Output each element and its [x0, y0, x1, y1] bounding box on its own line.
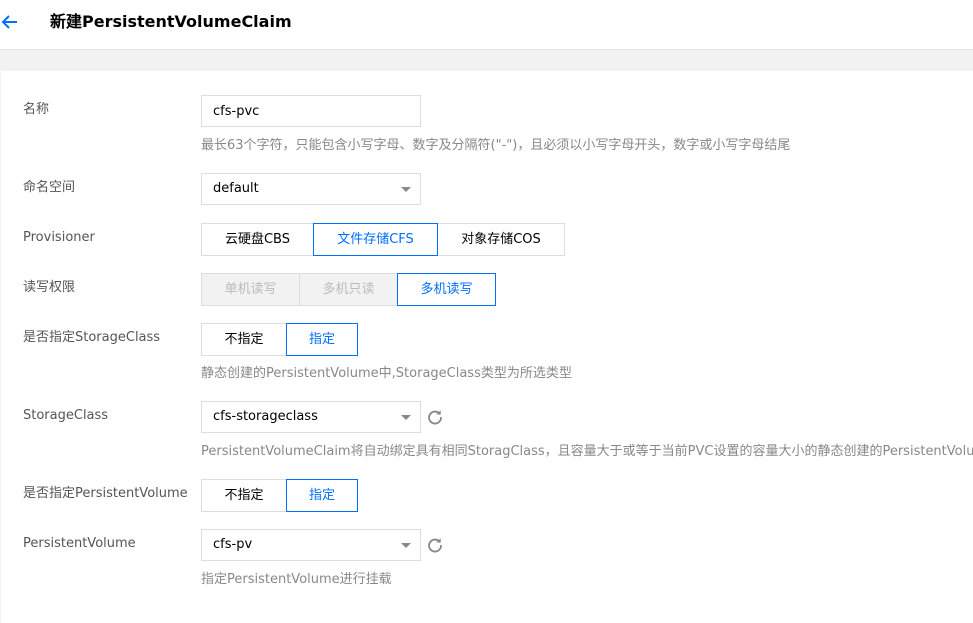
- storage-class-select[interactable]: cfs-storageclass: [201, 401, 421, 433]
- specify-sc-option-no[interactable]: 不指定: [201, 323, 287, 356]
- access-option-multi-ro: 多机只读: [299, 273, 398, 306]
- provisioner-option-cbs[interactable]: 云硬盘CBS: [201, 223, 314, 256]
- provisioner-segmented: 云硬盘CBS 文件存储CFS 对象存储COS: [201, 223, 565, 256]
- specify-sc-segmented: 不指定 指定: [201, 323, 358, 356]
- chevron-down-icon: [401, 415, 411, 420]
- name-label: 名称: [23, 102, 50, 117]
- refresh-icon[interactable]: [426, 536, 444, 554]
- storage-class-help: PersistentVolumeClaim将自动绑定具有相同StoragClas…: [201, 444, 973, 459]
- name-input[interactable]: [201, 95, 421, 127]
- specify-pv-label: 是否指定PersistentVolume: [23, 486, 188, 501]
- back-arrow-icon[interactable]: [0, 10, 22, 34]
- refresh-icon[interactable]: [426, 408, 444, 426]
- pv-help: 指定PersistentVolume进行挂载: [201, 572, 392, 587]
- provisioner-option-cos[interactable]: 对象存储COS: [437, 223, 565, 256]
- provisioner-option-cfs[interactable]: 文件存储CFS: [313, 223, 438, 256]
- storage-class-label: StorageClass: [23, 408, 109, 423]
- specify-sc-option-yes[interactable]: 指定: [286, 323, 358, 356]
- page-header: 新建PersistentVolumeClaim: [0, 0, 973, 50]
- specify-sc-help: 静态创建的PersistentVolume中,StorageClass类型为所选…: [201, 366, 572, 381]
- pv-select[interactable]: cfs-pv: [201, 529, 421, 561]
- access-segmented: 单机读写 多机只读 多机读写: [201, 273, 496, 306]
- pv-value: cfs-pv: [213, 537, 253, 552]
- specify-pv-option-no[interactable]: 不指定: [201, 479, 287, 512]
- namespace-select[interactable]: default: [201, 173, 421, 205]
- page-title: 新建PersistentVolumeClaim: [50, 12, 292, 31]
- access-option-single-rw: 单机读写: [201, 273, 300, 306]
- specify-pv-option-yes[interactable]: 指定: [286, 479, 358, 512]
- specify-pv-segmented: 不指定 指定: [201, 479, 358, 512]
- provisioner-label: Provisioner: [23, 230, 95, 245]
- storage-class-value: cfs-storageclass: [213, 409, 318, 424]
- chevron-down-icon: [401, 187, 411, 192]
- access-label: 读写权限: [23, 280, 76, 295]
- chevron-down-icon: [401, 543, 411, 548]
- specify-sc-label: 是否指定StorageClass: [23, 330, 161, 345]
- name-help: 最长63个字符，只能包含小写字母、数字及分隔符("-")，且必须以小写字母开头，…: [201, 138, 791, 153]
- namespace-label: 命名空间: [23, 180, 76, 195]
- access-option-multi-rw[interactable]: 多机读写: [397, 273, 496, 306]
- pv-label: PersistentVolume: [23, 536, 136, 551]
- namespace-value: default: [213, 181, 259, 196]
